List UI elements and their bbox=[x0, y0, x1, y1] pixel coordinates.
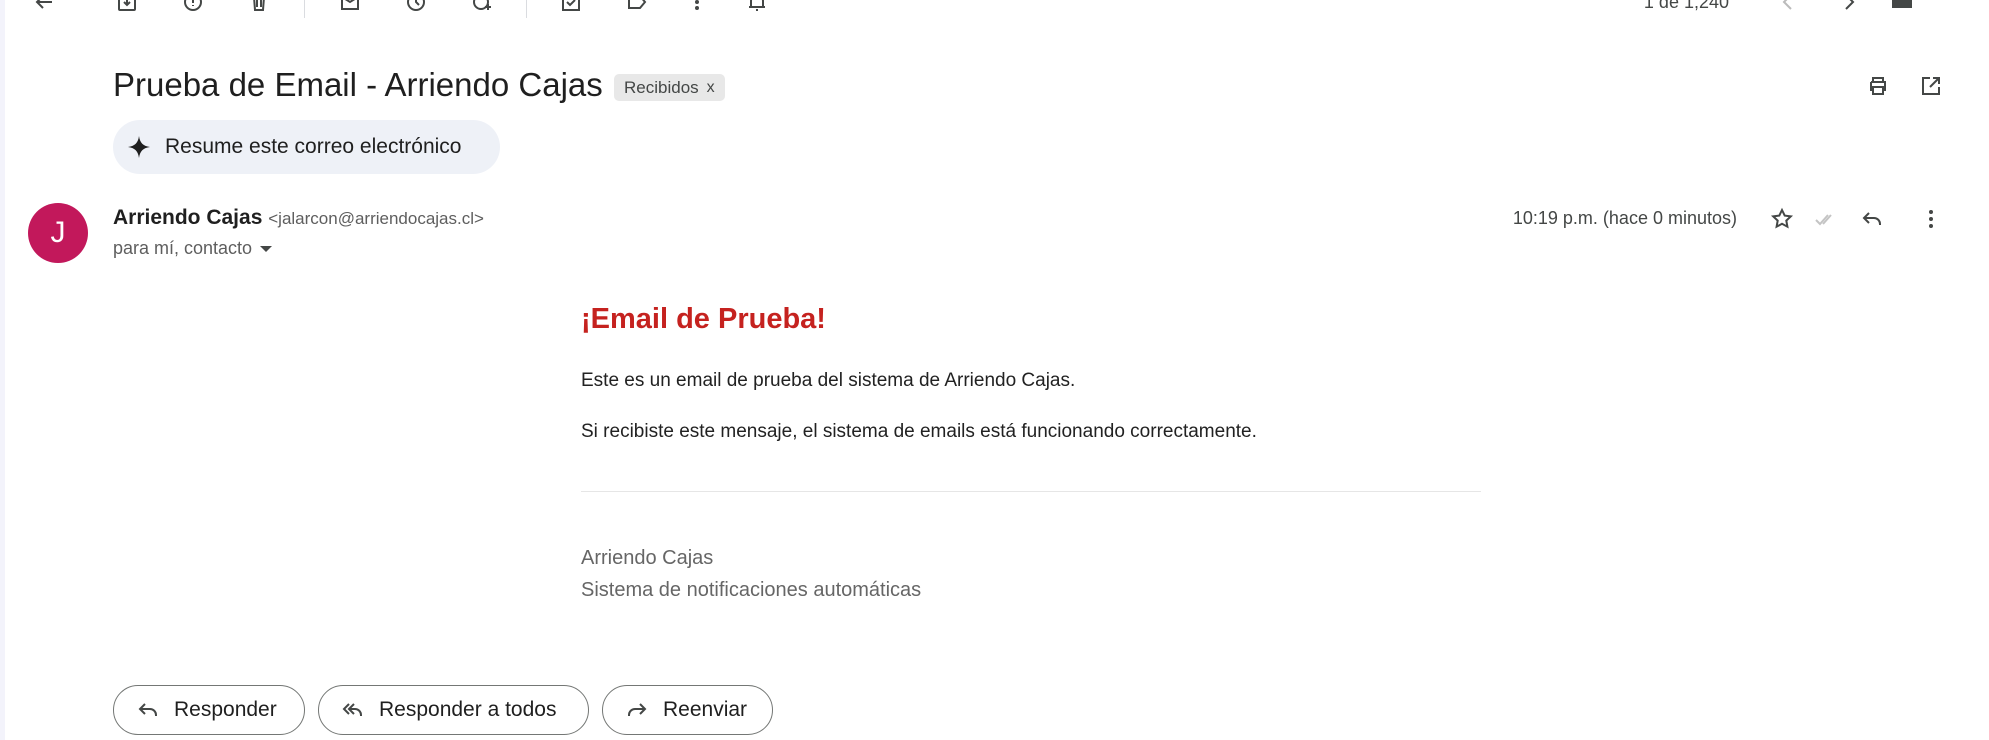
archive-icon[interactable] bbox=[113, 0, 141, 16]
body-divider bbox=[581, 491, 1481, 492]
read-receipt-check-icon bbox=[1812, 205, 1840, 233]
summarize-label: Resume este correo electrónico bbox=[165, 135, 462, 158]
open-in-new-window-icon[interactable] bbox=[1917, 72, 1945, 100]
reply-button[interactable]: Responder bbox=[113, 685, 305, 735]
older-icon[interactable] bbox=[1835, 0, 1863, 16]
forward-button[interactable]: Reenviar bbox=[602, 685, 773, 735]
sender-address: <jalarcon@arriendocajas.cl> bbox=[268, 209, 484, 228]
report-spam-icon[interactable] bbox=[179, 0, 207, 16]
email-body-paragraph: Este es un email de prueba del sistema d… bbox=[581, 370, 1076, 391]
sender-line: Arriendo Cajas <jalarcon@arriendocajas.c… bbox=[113, 206, 484, 230]
summarize-email-button[interactable]: Resume este correo electrónico bbox=[113, 120, 500, 174]
email-body-heading: ¡Email de Prueba! bbox=[581, 303, 826, 335]
reply-icon[interactable] bbox=[1858, 205, 1886, 233]
sparkle-icon bbox=[128, 136, 150, 158]
keyboard-icon[interactable] bbox=[1888, 0, 1916, 16]
move-to-icon[interactable] bbox=[557, 0, 585, 16]
newer-icon[interactable] bbox=[1774, 0, 1802, 16]
label-icon[interactable] bbox=[623, 0, 651, 16]
star-icon[interactable] bbox=[1768, 205, 1796, 233]
signature-subtitle: Sistema de notificaciones automáticas bbox=[581, 579, 922, 601]
more-icon[interactable] bbox=[683, 0, 711, 16]
forward-icon bbox=[628, 703, 647, 716]
mark-unread-icon[interactable] bbox=[336, 0, 364, 16]
sender-name[interactable]: Arriendo Cajas bbox=[113, 206, 262, 229]
notification-icon[interactable] bbox=[743, 0, 771, 16]
recipients-text: para mí, contacto bbox=[113, 238, 253, 258]
print-icon[interactable] bbox=[1864, 72, 1892, 100]
reply-label: Responder bbox=[174, 698, 277, 721]
label-chip-text: Recibidos bbox=[624, 77, 699, 97]
remove-label-icon[interactable]: x bbox=[707, 79, 715, 97]
toolbar-divider bbox=[304, 0, 305, 18]
chevron-down-icon[interactable] bbox=[260, 245, 273, 252]
recipients-details[interactable]: para mí, contacto bbox=[113, 238, 273, 259]
back-icon[interactable] bbox=[30, 0, 58, 16]
pagination-count: 1 de 1,240 bbox=[1643, 0, 1729, 12]
toolbar-divider bbox=[526, 0, 527, 18]
label-chip-inbox[interactable]: Recibidos x bbox=[614, 74, 725, 101]
left-edge-strip bbox=[0, 0, 5, 740]
forward-label: Reenviar bbox=[663, 698, 748, 721]
reply-icon bbox=[138, 703, 157, 716]
signature-name: Arriendo Cajas bbox=[581, 547, 714, 569]
reply-all-label: Responder a todos bbox=[379, 698, 557, 721]
email-subject: Prueba de Email - Arriendo Cajas bbox=[113, 66, 603, 103]
email-body-paragraph: Si recibiste este mensaje, el sistema de… bbox=[581, 421, 1257, 442]
reply-all-icon bbox=[342, 703, 362, 716]
avatar[interactable]: J bbox=[28, 203, 88, 263]
add-task-icon[interactable] bbox=[468, 0, 496, 16]
email-timestamp: 10:19 p.m. (hace 0 minutos) bbox=[1512, 208, 1737, 228]
snooze-icon[interactable] bbox=[402, 0, 430, 16]
delete-icon[interactable] bbox=[245, 0, 273, 16]
more-options-icon[interactable] bbox=[1917, 205, 1945, 233]
reply-all-button[interactable]: Responder a todos bbox=[318, 685, 589, 735]
